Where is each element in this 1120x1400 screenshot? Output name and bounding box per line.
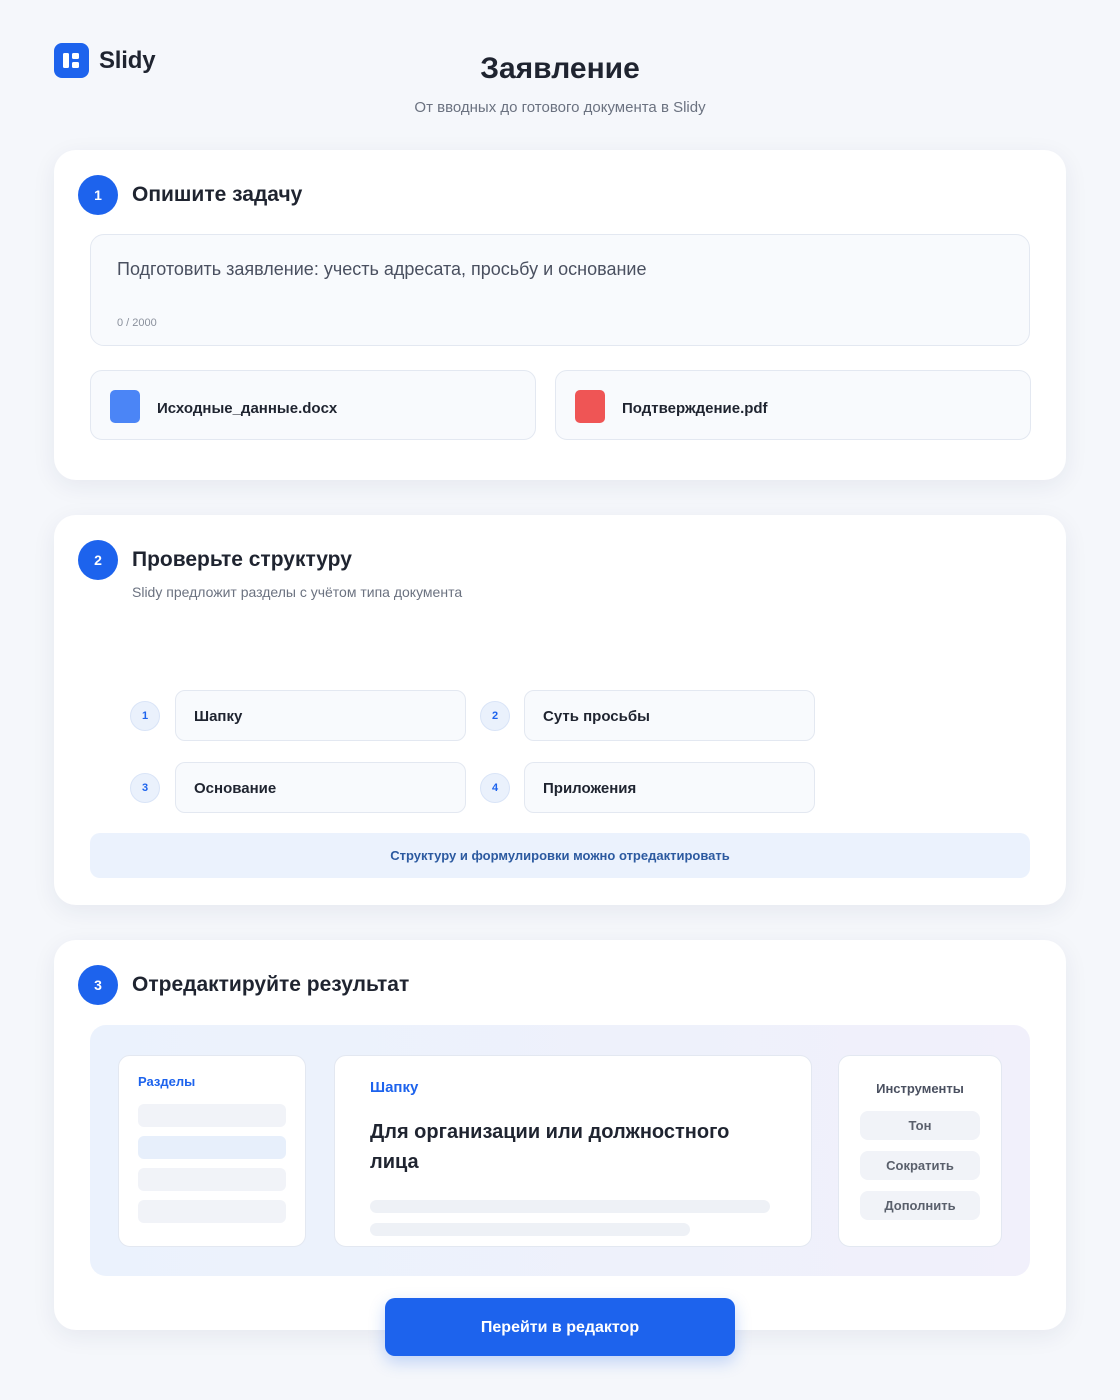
section-placeholder-active[interactable] bbox=[138, 1136, 286, 1159]
step-check-structure-card: 2 Проверьте структуру Slidy предложит ра… bbox=[54, 515, 1066, 905]
task-input[interactable]: Подготовить заявление: учесть адресата, … bbox=[90, 234, 1030, 346]
section-number: 4 bbox=[480, 773, 510, 803]
sections-panel: Разделы bbox=[118, 1055, 306, 1247]
file-name: Подтверждение.pdf bbox=[622, 400, 768, 417]
document-panel: Шапку Для организации или должностного л… bbox=[334, 1055, 812, 1247]
section-number: 2 bbox=[480, 701, 510, 731]
expand-button[interactable]: Дополнить bbox=[860, 1191, 980, 1220]
step-number-badge: 3 bbox=[78, 965, 118, 1005]
file-name: Исходные_данные.docx bbox=[157, 400, 338, 417]
attached-file-docx[interactable]: Исходные_данные.docx bbox=[90, 370, 536, 440]
section-label: Шапку bbox=[194, 708, 243, 725]
section-item-grounds[interactable]: Основание bbox=[175, 762, 466, 813]
edit-hint-banner: Структуру и формулировки можно отредакти… bbox=[90, 833, 1030, 878]
shorten-button[interactable]: Сократить bbox=[860, 1151, 980, 1180]
pdf-file-icon bbox=[575, 390, 605, 423]
text-line-placeholder bbox=[370, 1200, 770, 1213]
section-item-attachments[interactable]: Приложения bbox=[524, 762, 815, 813]
section-number: 3 bbox=[130, 773, 160, 803]
section-placeholder[interactable] bbox=[138, 1104, 286, 1127]
step-title: Отредактируйте результат bbox=[132, 973, 410, 996]
step-title: Проверьте структуру bbox=[132, 548, 352, 571]
step-title: Опишите задачу bbox=[132, 183, 303, 206]
open-editor-button[interactable]: Перейти в редактор bbox=[385, 1298, 735, 1356]
text-line-placeholder bbox=[370, 1223, 690, 1236]
step-number-badge: 2 bbox=[78, 540, 118, 580]
character-counter: 0 / 2000 bbox=[117, 317, 157, 329]
section-number: 1 bbox=[130, 701, 160, 731]
docx-file-icon bbox=[110, 390, 140, 423]
step-describe-task-card: 1 Опишите задачу Подготовить заявление: … bbox=[54, 150, 1066, 480]
section-placeholder[interactable] bbox=[138, 1200, 286, 1223]
tone-button[interactable]: Тон bbox=[860, 1111, 980, 1140]
section-placeholder[interactable] bbox=[138, 1168, 286, 1191]
section-label: Основание bbox=[194, 780, 277, 797]
step-number-badge: 1 bbox=[78, 175, 118, 215]
current-section-label: Шапку bbox=[370, 1079, 419, 1096]
attached-file-pdf[interactable]: Подтверждение.pdf bbox=[555, 370, 1031, 440]
editor-preview: Разделы Шапку Для организации или должно… bbox=[90, 1025, 1030, 1276]
tools-panel: Инструменты Тон Сократить Дополнить bbox=[838, 1055, 1002, 1247]
page-subtitle: От вводных до готового документа в Slidy bbox=[414, 99, 706, 116]
section-item-request[interactable]: Суть просьбы bbox=[524, 690, 815, 741]
step-description: Slidy предложит разделы с учётом типа до… bbox=[132, 584, 463, 600]
section-label: Приложения bbox=[543, 780, 637, 797]
tools-panel-title: Инструменты bbox=[876, 1081, 964, 1096]
document-heading[interactable]: Для организации или должностного лица bbox=[370, 1117, 750, 1177]
section-item-header[interactable]: Шапку bbox=[175, 690, 466, 741]
sections-panel-title: Разделы bbox=[138, 1074, 196, 1089]
section-label: Суть просьбы bbox=[543, 708, 650, 725]
step-edit-result-card: 3 Отредактируйте результат Разделы Шапку… bbox=[54, 940, 1066, 1330]
task-input-value: Подготовить заявление: учесть адресата, … bbox=[117, 259, 647, 279]
page-title: Заявление bbox=[480, 52, 640, 85]
